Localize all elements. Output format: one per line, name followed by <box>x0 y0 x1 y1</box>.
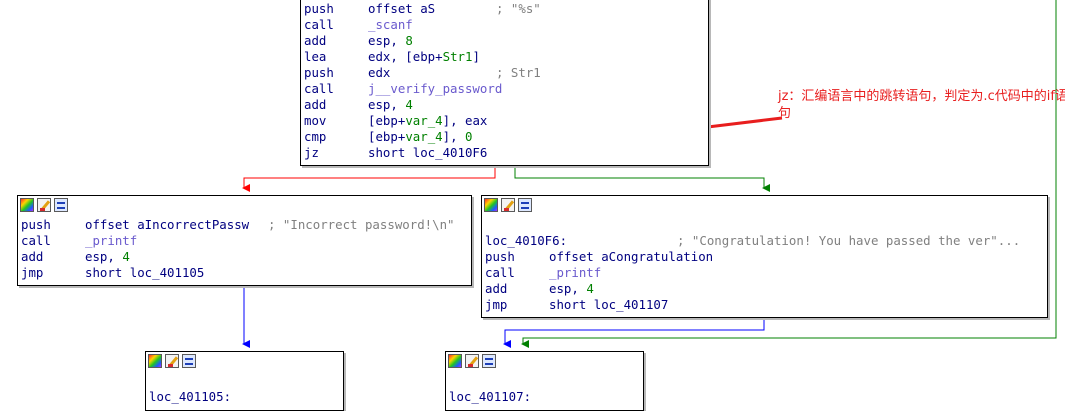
mnemonic: add <box>21 249 44 264</box>
code-block-loc-401105[interactable]: loc_401105: <box>145 351 344 411</box>
operand: short loc_4010F6 <box>368 145 488 160</box>
operand: offset aIncorrectPassw <box>85 217 250 232</box>
mnemonic: call <box>304 81 334 96</box>
comment: ; Str1 <box>496 65 541 80</box>
code-line[interactable]: jmp short loc_401107 <box>482 297 1047 313</box>
edit-icon[interactable] <box>165 354 179 368</box>
mnemonic: jz <box>304 145 319 160</box>
block-titlebar <box>446 352 643 371</box>
mnemonic: jmp <box>21 265 44 280</box>
operand: _printf <box>549 265 602 280</box>
operand: short loc_401107 <box>549 297 669 312</box>
code-line[interactable]: add esp, 4 <box>482 281 1047 297</box>
label-comment: ; "Congratulation! You have passed the v… <box>677 233 1021 248</box>
block-titlebar <box>18 196 471 215</box>
code-block-main[interactable]: push offset aS; "%s" call _scanf add esp, 8 le… <box>300 0 709 166</box>
code-line[interactable]: cmp [ebp+var_4], 0 <box>301 129 708 145</box>
code-line[interactable]: call j__verify_password <box>301 81 708 97</box>
operand: short loc_401105 <box>85 265 205 280</box>
code-block-congratulation[interactable]: loc_4010F6: ; "Congratulation! You have … <box>481 195 1048 318</box>
code-line[interactable]: add esp, 4 <box>301 97 708 113</box>
graph-icon[interactable] <box>482 354 496 368</box>
mnemonic: push <box>304 1 334 16</box>
code-line[interactable]: push offset aS ; "%s" <box>301 1 708 17</box>
mnemonic: push <box>304 65 334 80</box>
mnemonic: push <box>21 217 51 232</box>
mnemonic: add <box>304 97 327 112</box>
code-label-line: loc_401107: <box>446 389 643 405</box>
code-block-incorrect[interactable]: push offset aIncorrectPassw ; "Incorrect p… <box>17 195 472 286</box>
code-line[interactable]: call _printf <box>18 233 471 249</box>
color-icon[interactable] <box>448 354 462 368</box>
mnemonic: add <box>304 33 327 48</box>
code-line[interactable]: mov [ebp+var_4], eax <box>301 113 708 129</box>
code-line[interactable]: push offset aCongratulation <box>482 249 1047 265</box>
operand: j__verify_password <box>368 81 503 96</box>
annotation-text: jz：汇编语言中的跳转语句，判定为.c代码中的if语句 <box>778 89 1065 121</box>
mnemonic: cmp <box>304 129 327 144</box>
mnemonic: add <box>485 281 508 296</box>
operand: _scanf <box>368 17 413 32</box>
mnemonic: push <box>485 249 515 264</box>
code-line[interactable]: call _printf <box>482 265 1047 281</box>
color-icon[interactable] <box>20 198 34 212</box>
operand: [ebp+var_4], 0 <box>368 129 473 144</box>
mnemonic: call <box>304 17 334 32</box>
mnemonic: call <box>21 233 51 248</box>
color-icon[interactable] <box>484 198 498 212</box>
comment: ; "Incorrect password!\n" <box>268 217 455 232</box>
code-label-line: loc_4010F6: ; "Congratulation! You have … <box>482 233 1047 249</box>
operand: offset aS <box>368 1 436 16</box>
edge-jmp-401107 <box>503 318 765 348</box>
mnemonic: lea <box>304 49 327 64</box>
operand: esp, 4 <box>85 249 130 264</box>
location-label: loc_4010F6: <box>485 233 568 248</box>
edge-true-branch <box>514 166 770 192</box>
code-line[interactable]: push edx ; Str1 <box>301 65 708 81</box>
code-label-line: loc_401105: <box>146 389 343 405</box>
code-line[interactable]: jz short loc_4010F6 <box>301 145 708 161</box>
location-label: loc_401105: <box>149 389 232 404</box>
operand: _printf <box>85 233 138 248</box>
graph-icon[interactable] <box>518 198 532 212</box>
edge-false-branch <box>242 166 496 192</box>
edit-icon[interactable] <box>501 198 515 212</box>
code-line[interactable]: add esp, 8 <box>301 33 708 49</box>
operand: esp, 4 <box>549 281 594 296</box>
location-label: loc_401107: <box>449 389 532 404</box>
code-line[interactable]: lea edx, [ebp+Str1] <box>301 49 708 65</box>
code-line[interactable]: jmp short loc_401105 <box>18 265 471 281</box>
code-line[interactable]: push offset aIncorrectPassw ; "Incorrect p… <box>18 217 471 233</box>
code-line[interactable]: add esp, 4 <box>18 249 471 265</box>
operand: edx <box>368 65 391 80</box>
code-block-loc-401107[interactable]: loc_401107: <box>445 351 644 411</box>
operand: edx, [ebp+Str1] <box>368 49 480 64</box>
graph-icon[interactable] <box>54 198 68 212</box>
comment: ; "%s" <box>496 1 541 16</box>
code-line[interactable]: call _scanf <box>301 17 708 33</box>
block-titlebar <box>482 196 1047 215</box>
operand: esp, 4 <box>368 97 413 112</box>
operand: offset aCongratulation <box>549 249 714 264</box>
operand: esp, 8 <box>368 33 413 48</box>
edit-icon[interactable] <box>37 198 51 212</box>
mnemonic: call <box>485 265 515 280</box>
mnemonic: jmp <box>485 297 508 312</box>
block-titlebar <box>146 352 343 371</box>
operand: [ebp+var_4], eax <box>368 113 488 128</box>
graph-icon[interactable] <box>182 354 196 368</box>
edit-icon[interactable] <box>465 354 479 368</box>
mnemonic: mov <box>304 113 327 128</box>
color-icon[interactable] <box>148 354 162 368</box>
